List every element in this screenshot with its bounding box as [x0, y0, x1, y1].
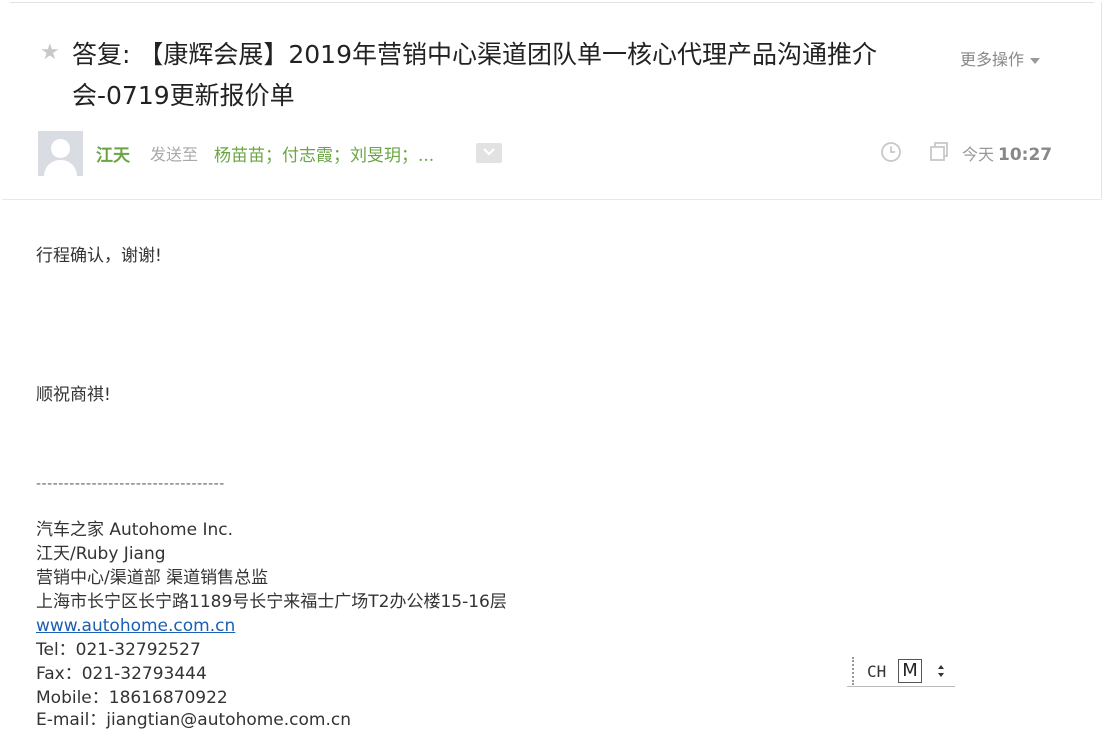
more-actions-button[interactable]: 更多操作 — [960, 46, 1041, 70]
top-divider — [10, 2, 1094, 3]
signature-tel: Tel：021-32792527 — [36, 640, 201, 660]
sender-name[interactable]: 江天 — [96, 141, 130, 166]
signature-company: 汽车之家 Autohome Inc. — [36, 520, 234, 540]
expand-recipients-button[interactable] — [476, 143, 502, 163]
date-prefix: 今天 — [962, 145, 995, 164]
avatar — [38, 131, 83, 176]
more-actions-label: 更多操作 — [960, 50, 1025, 69]
email-date: 今天 10:27 — [962, 141, 1052, 165]
ime-options-icon[interactable] — [936, 663, 946, 679]
header-divider — [2, 199, 1102, 200]
signature-address: 上海市长宁区长宁路1189号长宁来福士广场T2办公楼15-16层 — [36, 592, 507, 612]
ime-language[interactable]: CH — [867, 662, 886, 681]
sent-to-label: 发送至 — [150, 145, 199, 164]
ime-drag-handle[interactable] — [852, 657, 854, 685]
email-time: 10:27 — [998, 145, 1053, 165]
recipients-list[interactable]: 杨苗苗；付志霞；刘旻玥；... — [214, 141, 434, 166]
caret-down-icon — [1030, 57, 1041, 64]
ime-mode-button[interactable]: M — [898, 659, 922, 683]
signature-fax: Fax：021-32793444 — [36, 664, 207, 684]
window-icon[interactable] — [929, 141, 949, 163]
signature-title: 营销中心/渠道部 渠道销售总监 — [36, 568, 269, 588]
right-border — [1101, 2, 1102, 198]
closing-text: 顺祝商祺! — [36, 385, 111, 405]
signature-email: E-mail：jiangtian@autohome.com.cn — [36, 710, 351, 730]
signature-name: 江天/Ruby Jiang — [36, 544, 166, 564]
greeting-text: 行程确认，谢谢! — [36, 246, 162, 266]
chevron-down-icon — [483, 148, 495, 156]
email-subject: 答复: 【康辉会展】2019年营销中心渠道团队单一核心代理产品沟通推介会-071… — [72, 40, 877, 110]
star-icon[interactable]: ★ — [40, 40, 60, 65]
clock-icon[interactable] — [880, 141, 902, 163]
signature-separator: ---------------------------------- — [36, 476, 225, 492]
ime-toolbar[interactable]: CH M — [847, 655, 955, 688]
signature-website-link[interactable]: www.autohome.com.cn — [36, 614, 235, 638]
signature-mobile: Mobile：18616870922 — [36, 688, 228, 708]
